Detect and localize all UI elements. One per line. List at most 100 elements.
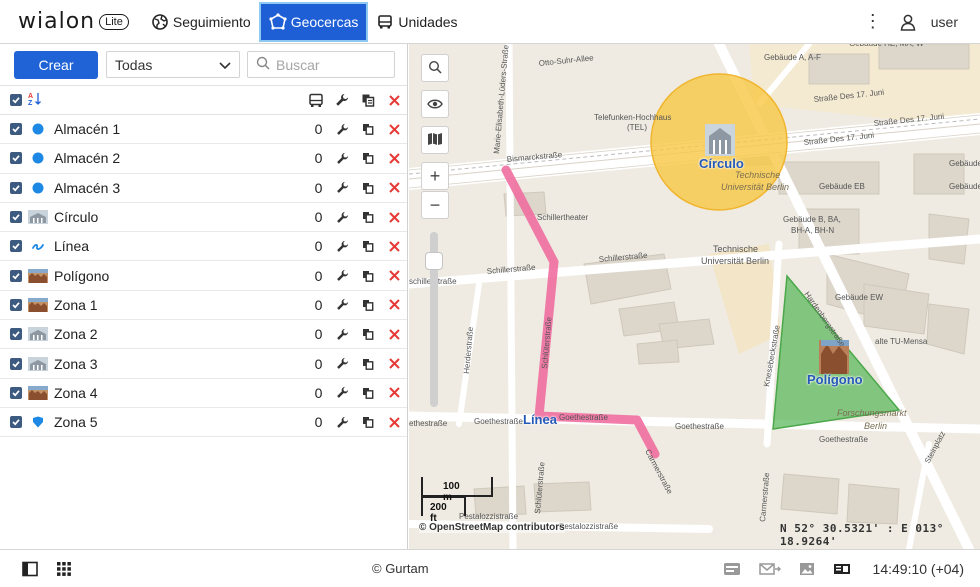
delete-icon[interactable] [381,153,407,164]
geofence-name[interactable]: Zona 4 [54,385,283,401]
toggle-panel-icon[interactable] [22,561,38,577]
list-item[interactable]: Círculo 0 [0,203,407,233]
tab-geocercas[interactable]: Geocercas [258,1,369,42]
zoom-out-button[interactable]: − [421,191,449,219]
units-column-bus-icon[interactable] [303,93,329,108]
zoom-in-button[interactable]: + [421,162,449,190]
user-icon[interactable] [899,13,917,31]
more-menu-icon[interactable]: ⋮ [863,11,883,32]
row-checkbox[interactable] [10,181,22,194]
tab-seguimiento[interactable]: Seguimiento [143,0,259,44]
row-checkbox[interactable] [10,240,22,253]
geofence-name[interactable]: Círculo [54,209,283,225]
list-item[interactable]: Almacén 1 0 [0,115,407,145]
list-item[interactable]: Zona 1 0 [0,291,407,321]
copy-icon[interactable] [355,182,381,194]
geofence-name[interactable]: Polígono [54,268,283,284]
delete-icon[interactable] [381,270,407,281]
edit-wrench-icon[interactable] [329,416,355,429]
copy-icon[interactable] [355,416,381,429]
map-attribution[interactable]: © OpenStreetMap contributors [419,522,565,533]
zoom-slider-handle[interactable] [425,252,443,270]
geofence-name[interactable]: Zona 3 [54,356,283,372]
messages-icon[interactable] [758,562,781,576]
notifications-icon[interactable] [723,562,741,576]
select-all-checkbox[interactable] [10,94,22,106]
edit-wrench-icon[interactable] [329,298,355,311]
geofence-name[interactable]: Línea [54,238,283,254]
delete-icon[interactable] [381,123,407,135]
dashboard-icon[interactable] [833,562,851,576]
list-item[interactable]: Zona 3 0 [0,349,407,379]
map-view[interactable]: Otto-Suhr-Allee Bismarckstraße Schillert… [409,44,980,549]
geofence-name[interactable]: Zona 5 [54,414,283,430]
geofence-name[interactable]: Zona 2 [54,326,283,342]
list-item[interactable]: Almacén 3 0 [0,174,407,203]
user-name[interactable]: user [931,14,958,30]
app-logo[interactable]: wialon Lite [18,9,129,34]
edit-wrench-icon[interactable] [329,211,355,224]
edit-wrench-icon[interactable] [329,152,355,165]
geofence-name[interactable]: Almacén 2 [54,150,283,166]
copy-icon[interactable] [355,299,381,311]
apps-grid-icon[interactable] [56,561,72,577]
copy-icon[interactable] [355,211,381,223]
map-visibility-button[interactable] [421,90,449,118]
filter-select[interactable]: Todas [106,51,240,78]
row-checkbox[interactable] [10,211,22,224]
edit-wrench-icon[interactable] [329,357,355,370]
map-layers-button[interactable] [421,126,449,154]
delete-icon[interactable] [381,182,407,193]
sort-az-icon[interactable]: AZ [28,92,44,108]
list-item[interactable]: Polígono 0 [0,261,407,291]
row-checkbox[interactable] [10,357,22,370]
delete-icon[interactable] [381,299,407,311]
edit-wrench-icon[interactable] [329,269,355,282]
geofence-name[interactable]: Almacén 3 [54,180,283,196]
edit-wrench-icon[interactable] [329,240,355,253]
delete-icon[interactable] [381,241,407,252]
polygon-geofence-label[interactable]: Polígono [807,372,863,387]
row-checkbox[interactable] [10,269,22,282]
list-item[interactable]: Zona 2 0 [0,320,407,350]
bulk-edit-wrench-icon[interactable] [329,93,355,107]
circle-geofence-label[interactable]: Círculo [699,156,744,171]
edit-wrench-icon[interactable] [329,181,355,194]
delete-icon[interactable] [381,358,407,369]
row-checkbox[interactable] [10,152,22,165]
copy-icon[interactable] [355,328,381,341]
list-item[interactable]: Zona 4 0 [0,379,407,408]
search-box[interactable] [247,51,395,78]
geofence-name[interactable]: Almacén 1 [54,121,283,137]
copy-icon[interactable] [355,240,381,253]
create-button[interactable]: Crear [14,50,98,79]
edit-wrench-icon[interactable] [329,386,355,399]
bulk-delete-icon[interactable] [381,94,407,106]
map-canvas[interactable]: Otto-Suhr-Allee Bismarckstraße Schillert… [409,44,980,549]
row-checkbox[interactable] [10,328,22,341]
copy-icon[interactable] [355,123,381,136]
map-search-button[interactable] [421,54,449,82]
row-checkbox[interactable] [10,386,22,399]
row-checkbox[interactable] [10,123,22,136]
copy-icon[interactable] [355,358,381,370]
row-checkbox[interactable] [10,416,22,429]
row-checkbox[interactable] [10,298,22,311]
edit-wrench-icon[interactable] [329,123,355,136]
delete-icon[interactable] [381,211,407,223]
delete-icon[interactable] [381,329,407,340]
delete-icon[interactable] [381,416,407,428]
copy-icon[interactable] [355,387,381,399]
gallery-icon[interactable] [799,562,815,576]
list-item[interactable]: Almacén 2 0 [0,144,407,174]
copy-icon[interactable] [355,270,381,282]
search-input[interactable] [276,56,386,73]
list-item[interactable]: Línea 0 [0,232,407,262]
edit-wrench-icon[interactable] [329,328,355,341]
list-item[interactable]: Zona 5 0 [0,408,407,438]
geofence-name[interactable]: Zona 1 [54,297,283,313]
line-geofence-label[interactable]: Línea [523,412,557,427]
delete-icon[interactable] [381,387,407,399]
bulk-copy-icon[interactable] [355,93,381,107]
tab-unidades[interactable]: Unidades [368,0,465,44]
